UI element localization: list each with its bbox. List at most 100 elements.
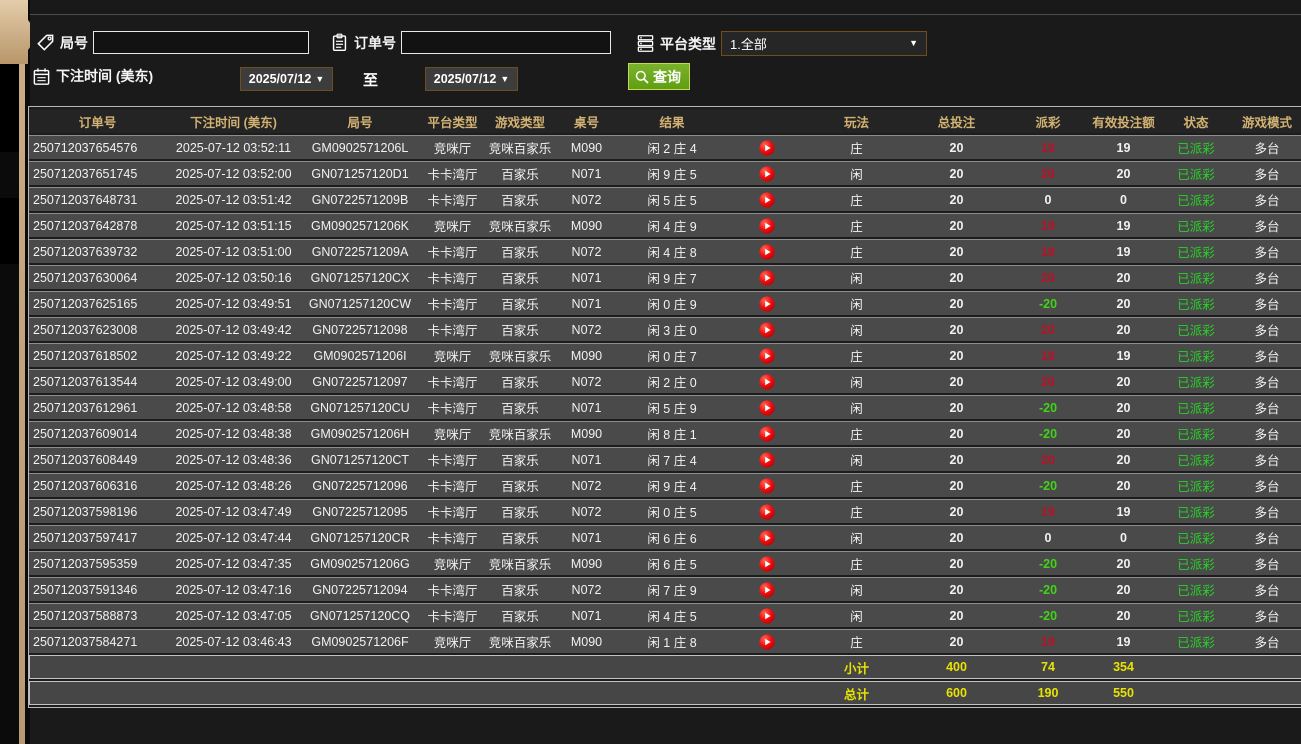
table-no-cell: N072 <box>554 577 619 601</box>
bet-time-cell: 2025-07-12 03:47:05 <box>166 603 301 627</box>
mode-cell: 多台 <box>1232 369 1301 393</box>
game-type-cell: 百家乐 <box>486 395 554 419</box>
table-row: 250712037591346 2025-07-12 03:47:16 GN0722… <box>29 577 1301 601</box>
table-no-cell: N071 <box>554 395 619 419</box>
round-cell: GN07225712095 <box>301 499 419 523</box>
play-icon[interactable] <box>759 243 775 260</box>
footer-payout: 74 <box>1009 655 1087 679</box>
column-header-13: 游戏模式 <box>1232 109 1301 133</box>
play-cell <box>725 395 809 419</box>
table-no-cell: N072 <box>554 317 619 341</box>
date-to-picker[interactable]: 2025/07/12 ▼ <box>425 67 518 91</box>
query-button[interactable]: 查询 <box>628 63 690 90</box>
column-header-7 <box>725 109 809 133</box>
status-cell: 已派彩 <box>1160 369 1232 393</box>
round-cell: GN07225712097 <box>301 369 419 393</box>
game-type-cell: 百家乐 <box>486 369 554 393</box>
valid-bet-cell: 19 <box>1087 239 1160 263</box>
play-icon[interactable] <box>759 347 775 364</box>
play-icon[interactable] <box>759 425 775 442</box>
play-icon[interactable] <box>759 581 775 598</box>
play-icon[interactable] <box>759 451 775 468</box>
table-row: 250712037598196 2025-07-12 03:47:49 GN0722… <box>29 499 1301 523</box>
footer-empty-cell <box>554 681 619 705</box>
platform-cell: 卡卡湾厅 <box>419 291 486 315</box>
footer-empty-cell <box>166 655 301 679</box>
table-no-cell: M090 <box>554 629 619 653</box>
play-icon[interactable] <box>759 139 775 156</box>
play-cell <box>725 603 809 627</box>
total-bet-cell: 20 <box>904 239 1009 263</box>
table-row: 250712037588873 2025-07-12 03:47:05 GN0712… <box>29 603 1301 627</box>
play-icon[interactable] <box>759 269 775 286</box>
platform-cell: 竞咪厅 <box>419 629 486 653</box>
order-input[interactable] <box>401 31 611 54</box>
platform-cell: 卡卡湾厅 <box>419 265 486 289</box>
round-cell: GN07225712098 <box>301 317 419 341</box>
table-no-cell: M090 <box>554 213 619 237</box>
date-to-value: 2025/07/12 <box>433 72 497 86</box>
valid-bet-cell: 20 <box>1087 291 1160 315</box>
play-icon[interactable] <box>759 191 775 208</box>
date-from-picker[interactable]: 2025/07/12 ▼ <box>240 67 333 91</box>
valid-bet-cell: 20 <box>1087 161 1160 185</box>
column-header-3: 平台类型 <box>419 109 486 133</box>
valid-bet-cell: 20 <box>1087 447 1160 471</box>
play-icon[interactable] <box>759 321 775 338</box>
left-block <box>0 198 19 264</box>
table-row: 250712037648731 2025-07-12 03:51:42 GN0722… <box>29 187 1301 211</box>
play-icon[interactable] <box>759 295 775 312</box>
play-cell <box>725 265 809 289</box>
bets-table: 订单号 下注时间 (美东) 局号 平台类型 游戏类型 桌号 结果 玩法 总投注 派彩 有效投注额 状态… <box>28 106 1301 708</box>
round-input[interactable] <box>93 31 309 54</box>
play-icon[interactable] <box>759 607 775 624</box>
betting-records-screen: 局号 订单号 平台类型 1.全部 ▼ 下注时间 (美东) 2025/07/12 … <box>0 0 1301 744</box>
table-no-cell: M090 <box>554 421 619 445</box>
play-icon[interactable] <box>759 529 775 546</box>
order-filter-label: 订单号 <box>354 34 396 51</box>
platform-cell: 竞咪厅 <box>419 213 486 237</box>
payout-cell: -20 <box>1009 291 1087 315</box>
table-no-cell: N072 <box>554 239 619 263</box>
table-row: 250712037608449 2025-07-12 03:48:36 GN0712… <box>29 447 1301 471</box>
play-icon[interactable] <box>759 373 775 390</box>
total-bet-cell: 20 <box>904 291 1009 315</box>
round-filter: 局号 <box>36 31 309 54</box>
table-row: 250712037639732 2025-07-12 03:51:00 GN0722… <box>29 239 1301 263</box>
play-icon[interactable] <box>759 217 775 234</box>
bet-time-cell: 2025-07-12 03:49:00 <box>166 369 301 393</box>
game-type-cell: 百家乐 <box>486 473 554 497</box>
play-icon[interactable] <box>759 399 775 416</box>
round-cell: GM0902571206G <box>301 551 419 575</box>
method-cell: 庄 <box>809 213 904 237</box>
table-row: 250712037618502 2025-07-12 03:49:22 GM0902… <box>29 343 1301 367</box>
play-cell <box>725 421 809 445</box>
total-bet-cell: 20 <box>904 603 1009 627</box>
order-cell: 250712037648731 <box>29 187 166 211</box>
method-cell: 闲 <box>809 161 904 185</box>
valid-bet-cell: 0 <box>1087 187 1160 211</box>
footer-empty-cell <box>29 681 166 705</box>
game-type-cell: 百家乐 <box>486 317 554 341</box>
mode-cell: 多台 <box>1232 135 1301 159</box>
play-icon[interactable] <box>759 165 775 182</box>
play-icon[interactable] <box>759 503 775 520</box>
payout-cell: -20 <box>1009 421 1087 445</box>
footer-total-bet: 600 <box>904 681 1009 705</box>
bet-time-cell: 2025-07-12 03:47:44 <box>166 525 301 549</box>
left-block <box>0 56 19 152</box>
result-cell: 闲 2 庄 4 <box>619 135 725 159</box>
play-cell <box>725 473 809 497</box>
column-header-4: 游戏类型 <box>486 109 554 133</box>
game-type-cell: 百家乐 <box>486 447 554 471</box>
status-cell: 已派彩 <box>1160 161 1232 185</box>
play-icon[interactable] <box>759 633 775 650</box>
table-no-cell: N072 <box>554 473 619 497</box>
platform-select[interactable]: 1.全部 ▼ <box>721 31 927 56</box>
play-icon[interactable] <box>759 555 775 572</box>
table-no-cell: N071 <box>554 525 619 549</box>
payout-cell: 20 <box>1009 447 1087 471</box>
order-cell: 250712037651745 <box>29 161 166 185</box>
play-icon[interactable] <box>759 477 775 494</box>
payout-cell: 0 <box>1009 525 1087 549</box>
